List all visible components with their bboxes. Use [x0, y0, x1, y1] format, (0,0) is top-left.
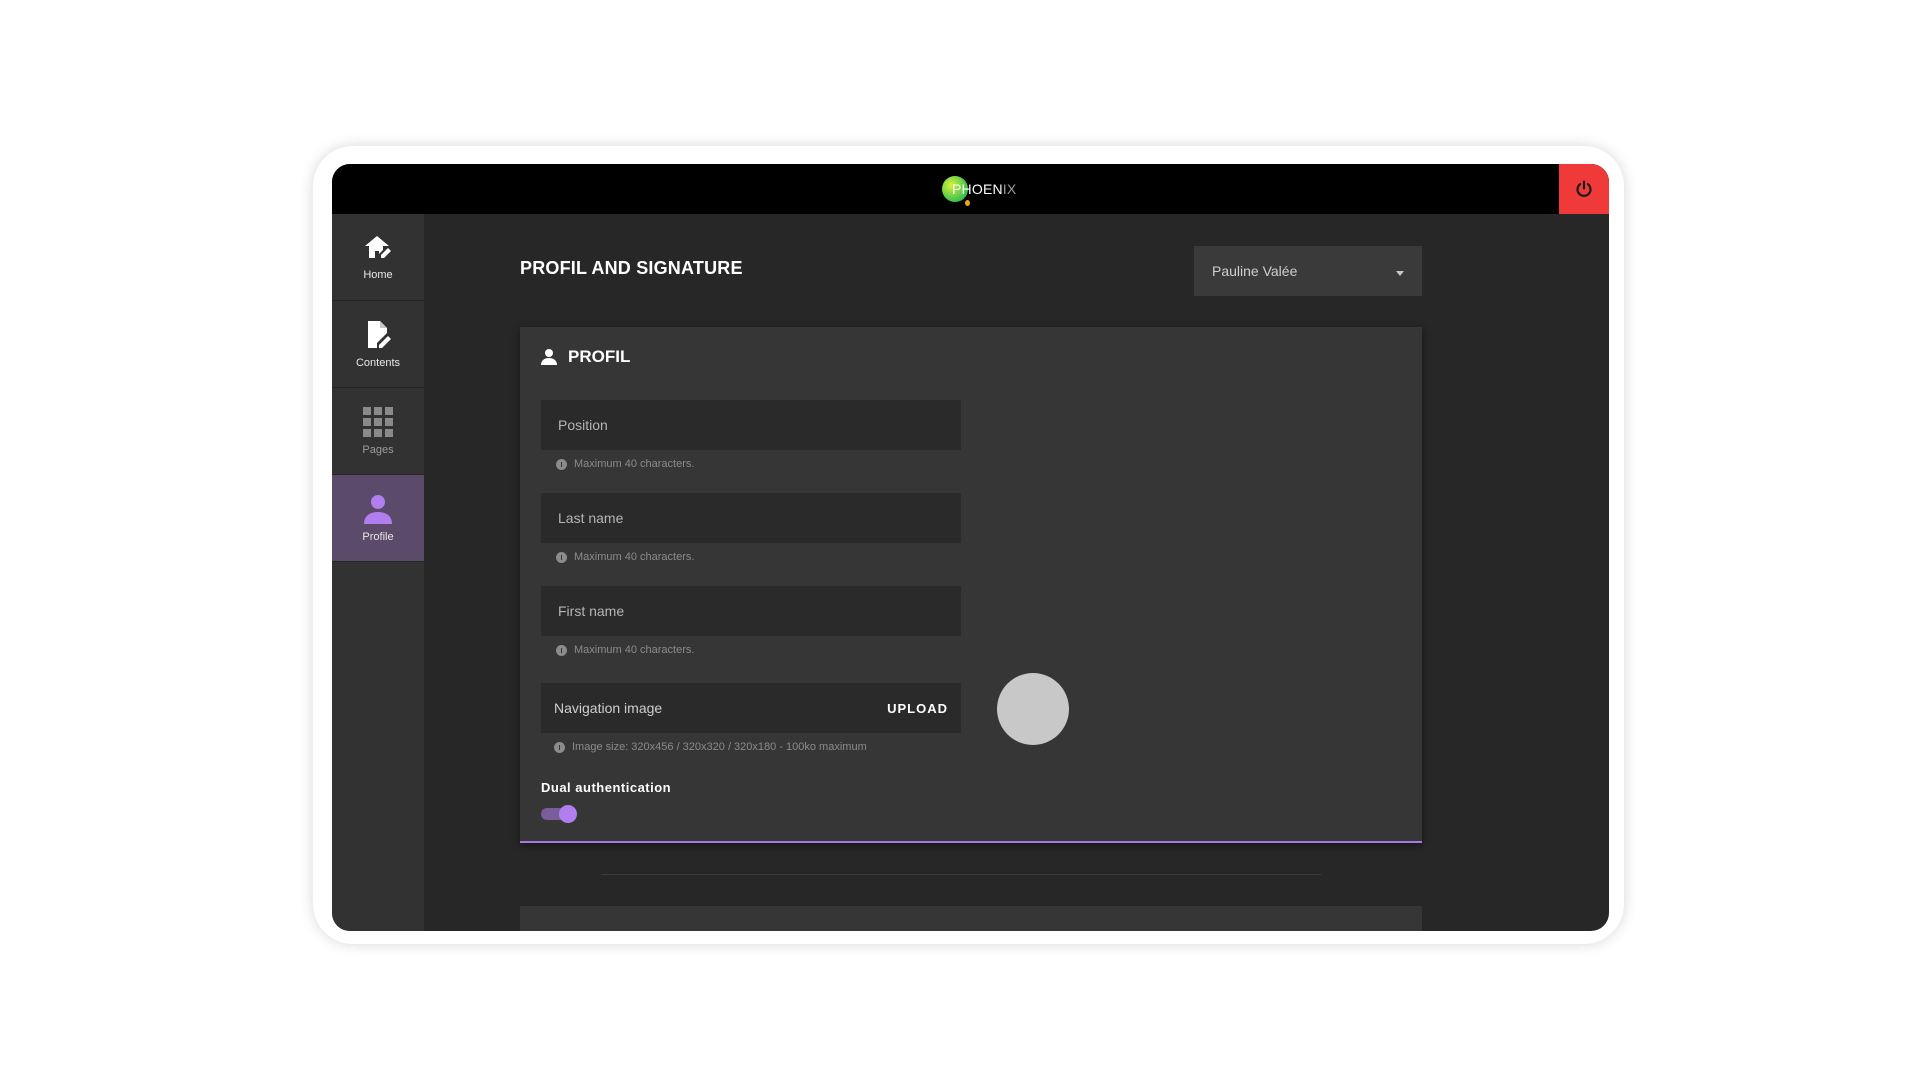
app-screen: PHOENIX Home Contents Pages Profile PROF… — [332, 164, 1609, 931]
home-edit-icon — [365, 236, 391, 258]
dual-auth-toggle[interactable] — [541, 805, 577, 823]
upload-button[interactable]: UPLOAD — [887, 701, 948, 716]
navigation-image-hint-text: Image size: 320x456 / 320x320 / 320x180 … — [572, 741, 867, 753]
sidebar-item-label: Pages — [362, 444, 394, 456]
first-name-input[interactable] — [556, 602, 946, 620]
section-divider — [601, 874, 1321, 875]
logo-text: PHOENIX — [952, 181, 1016, 197]
navigation-image-hint: Image size: 320x456 / 320x320 / 320x180 … — [554, 741, 867, 753]
profile-card: PROFIL Maximum 40 characters. Maximum 40… — [520, 327, 1422, 843]
navigation-image-preview[interactable] — [997, 673, 1069, 745]
main-content: PROFIL AND SIGNATURE Pauline Valée PROFI… — [424, 214, 1609, 931]
info-icon — [556, 644, 567, 656]
logo-text-bright: PHOEN — [952, 181, 1003, 197]
profile-card-header: PROFIL — [540, 347, 630, 367]
position-hint: Maximum 40 characters. — [556, 458, 694, 470]
signature-card — [520, 906, 1422, 931]
logo-text-dim: IX — [1002, 181, 1017, 197]
first-name-hint: Maximum 40 characters. — [556, 644, 694, 656]
logo-drop-icon — [965, 200, 970, 206]
sidebar-item-pages[interactable]: Pages — [332, 388, 424, 475]
first-name-hint-text: Maximum 40 characters. — [574, 644, 695, 656]
toggle-knob — [559, 805, 577, 823]
info-icon — [556, 551, 567, 563]
last-name-hint: Maximum 40 characters. — [556, 551, 694, 563]
info-icon — [556, 458, 567, 470]
profile-card-title: PROFIL — [568, 347, 631, 366]
chevron-down-icon — [1396, 270, 1404, 276]
info-icon — [554, 741, 565, 753]
sidebar-item-label: Profile — [362, 531, 394, 543]
user-select[interactable]: Pauline Valée — [1194, 246, 1422, 296]
grid-icon — [363, 407, 393, 437]
sidebar-item-profile[interactable]: Profile — [332, 475, 424, 562]
last-name-field[interactable] — [541, 493, 961, 543]
sidebar: Home Contents Pages Profile — [332, 214, 424, 931]
power-icon — [1576, 180, 1592, 197]
last-name-input[interactable] — [556, 509, 946, 527]
position-hint-text: Maximum 40 characters. — [574, 458, 695, 470]
position-input[interactable] — [556, 416, 946, 434]
position-field[interactable] — [541, 400, 961, 450]
logout-button[interactable] — [1559, 164, 1609, 214]
navigation-image-field: Navigation image UPLOAD — [541, 683, 961, 733]
dual-auth-label: Dual authentication — [541, 780, 672, 795]
user-select-value: Pauline Valée — [1212, 263, 1298, 279]
document-edit-icon — [368, 321, 391, 348]
sidebar-item-home[interactable]: Home — [332, 214, 424, 301]
sidebar-item-label: Home — [363, 269, 393, 281]
sidebar-item-label: Contents — [355, 357, 401, 369]
navigation-image-label: Navigation image — [554, 700, 663, 716]
first-name-field[interactable] — [541, 586, 961, 636]
page-title: PROFIL AND SIGNATURE — [520, 258, 743, 278]
phoenix-logo: PHOENIX — [942, 174, 1016, 206]
person-icon — [364, 495, 392, 524]
last-name-hint-text: Maximum 40 characters. — [574, 551, 695, 563]
person-icon — [541, 349, 557, 365]
sidebar-item-contents[interactable]: Contents — [332, 301, 424, 388]
top-bar: PHOENIX — [332, 164, 1609, 214]
